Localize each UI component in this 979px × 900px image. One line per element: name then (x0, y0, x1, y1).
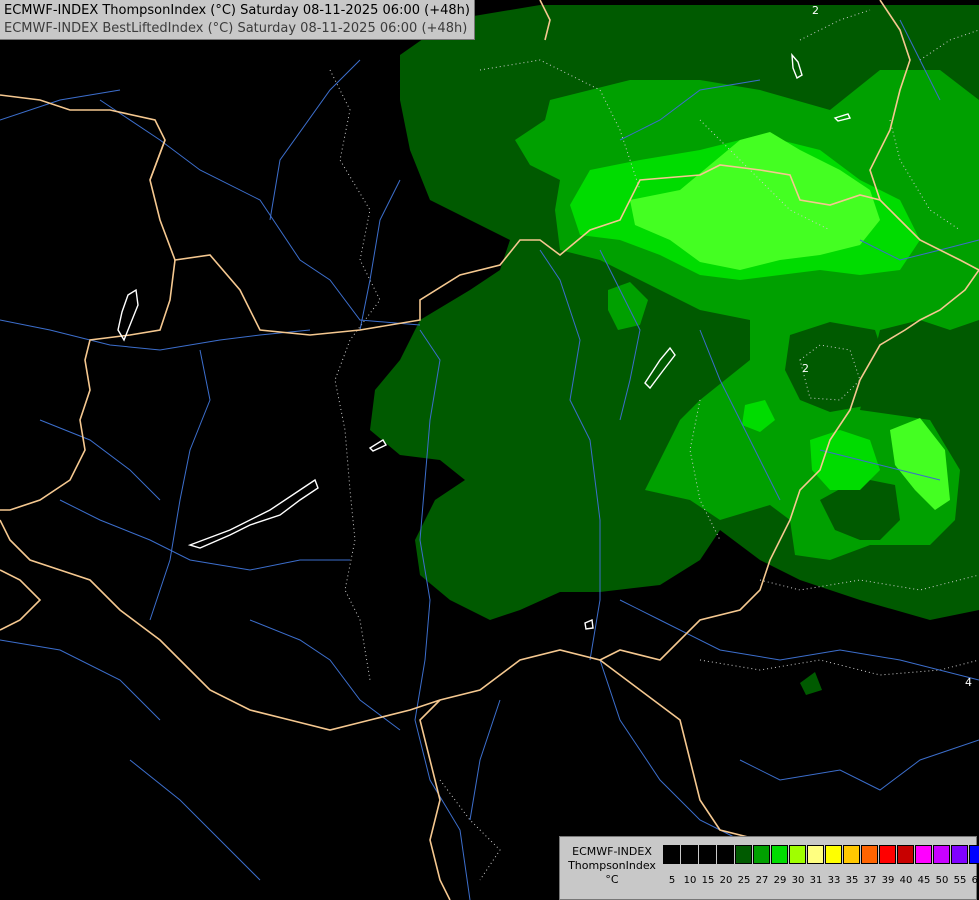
legend-swatch-39 (879, 845, 896, 864)
legend-label-37: 37 (863, 875, 877, 886)
legend-label-60: 60 (971, 875, 979, 886)
field-zone-25-hole (785, 322, 888, 412)
legend-caption: ECMWF-INDEX ThompsonIndex °C (564, 845, 660, 887)
legend-swatches (663, 845, 979, 864)
legend-label-35: 35 (845, 875, 859, 886)
legend-label-27: 27 (755, 875, 769, 886)
legend-swatch-10 (681, 845, 698, 864)
title-thompson-index: ECMWF-INDEX ThompsonIndex (°C) Saturday … (4, 3, 470, 18)
legend-swatch-31 (807, 845, 824, 864)
legend-swatch-40 (897, 845, 914, 864)
legend-label-29: 29 (773, 875, 787, 886)
legend-swatch-35 (843, 845, 860, 864)
legend-label-40: 40 (899, 875, 913, 886)
legend-swatch-50 (933, 845, 950, 864)
title-best-lifted-index: ECMWF-INDEX BestLiftedIndex (°C) Saturda… (4, 21, 468, 36)
legend-swatch-27 (753, 845, 770, 864)
legend-swatch-55 (951, 845, 968, 864)
legend-parameter: ThompsonIndex (568, 859, 656, 872)
legend-label-5: 5 (668, 875, 676, 886)
legend-label-50: 50 (935, 875, 949, 886)
legend-label-20: 20 (719, 875, 733, 886)
legend-swatch-33 (825, 845, 842, 864)
legend-swatch-15 (699, 845, 716, 864)
legend-label-55: 55 (953, 875, 967, 886)
legend-swatch-29 (771, 845, 788, 864)
contour-label-north: 2 (812, 4, 819, 17)
legend-swatch-37 (861, 845, 878, 864)
legend-unit: °C (605, 873, 619, 886)
legend-label-25: 25 (737, 875, 751, 886)
legend-label-45: 45 (917, 875, 931, 886)
map-title-box: ECMWF-INDEX ThompsonIndex (°C) Saturday … (0, 0, 475, 40)
legend-label-33: 33 (827, 875, 841, 886)
legend-swatch-45 (915, 845, 932, 864)
legend-labels: 5 10 15 20 25 27 29 30 31 33 35 37 39 40 45 50 55 60 (663, 875, 979, 886)
legend-swatch-20 (717, 845, 734, 864)
legend-swatch-60 (969, 845, 979, 864)
color-legend: ECMWF-INDEX ThompsonIndex °C 5 10 15 20 25 27… (559, 836, 979, 900)
contour-label-east: 2 (802, 362, 809, 375)
legend-swatch-30 (789, 845, 806, 864)
legend-label-39: 39 (881, 875, 895, 886)
legend-model: ECMWF-INDEX (572, 845, 652, 858)
legend-label-15: 15 (701, 875, 715, 886)
legend-swatch-5 (663, 845, 680, 864)
legend-label-30: 30 (791, 875, 805, 886)
legend-swatch-25 (735, 845, 752, 864)
legend-label-31: 31 (809, 875, 823, 886)
legend-label-10: 10 (683, 875, 697, 886)
weather-map: 2 2 4 (0, 0, 979, 900)
contour-label-southeast: 4 (965, 676, 972, 689)
